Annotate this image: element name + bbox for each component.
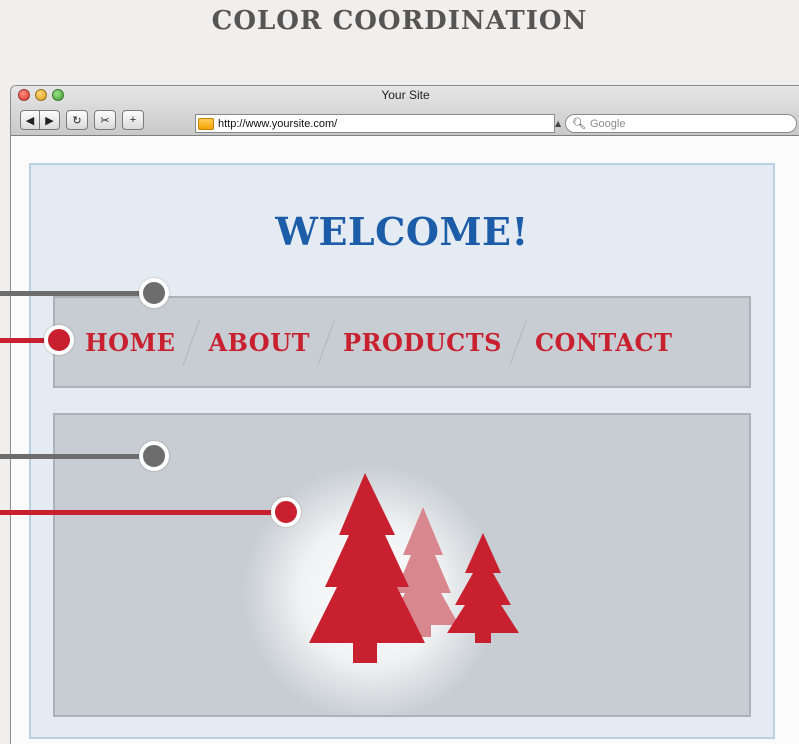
url-dropdown-icon[interactable]: ▲	[555, 119, 561, 128]
callout-line-nav-text	[0, 338, 48, 343]
browser-window: Your Site ◀ ▶ ↻ ✂ + http://www.yoursite.…	[10, 85, 799, 744]
callout-line-nav-background	[0, 291, 142, 296]
toolbar: ◀ ▶ ↻ ✂ +	[20, 108, 144, 132]
magnifier-icon: 🔍︎	[572, 118, 586, 130]
nav-divider	[509, 319, 528, 365]
callout-line-tree-color	[0, 510, 274, 515]
nav-divider	[317, 319, 336, 365]
back-button[interactable]: ◀	[20, 110, 40, 130]
snapback-button[interactable]: ✂	[94, 110, 116, 130]
add-bookmark-button[interactable]: +	[122, 110, 144, 130]
nav-bar: HOME ABOUT PRODUCTS CONTACT	[53, 296, 751, 388]
browser-chrome: Your Site ◀ ▶ ↻ ✂ + http://www.yoursite.…	[11, 86, 799, 136]
nav-item-products[interactable]: PRODUCTS	[343, 328, 502, 357]
callout-dot-nav-text	[44, 325, 74, 355]
trees-illustration	[309, 473, 519, 663]
url-text: http://www.yoursite.com/	[218, 117, 338, 130]
search-field[interactable]: 🔍︎ Google	[565, 114, 797, 133]
folder-icon	[198, 117, 214, 130]
nav-divider	[183, 319, 201, 365]
nav-item-home[interactable]: HOME	[85, 328, 175, 357]
callout-dot-tree-color	[271, 497, 301, 527]
tree-icon	[447, 533, 519, 643]
callout-line-hero-background	[0, 454, 142, 459]
callout-dot-nav-background	[139, 278, 169, 308]
page-heading: WELCOME!	[275, 209, 529, 254]
callout-dot-hero-background	[139, 441, 169, 471]
window-title: Your Site	[381, 88, 430, 102]
forward-button[interactable]: ▶	[40, 110, 60, 130]
nav-item-about[interactable]: ABOUT	[208, 328, 310, 357]
infographic-title: COLOR COORDINATION	[211, 6, 588, 36]
search-placeholder: Google	[589, 117, 626, 130]
nav-item-contact[interactable]: CONTACT	[535, 328, 673, 357]
address-bar[interactable]: http://www.yoursite.com/	[195, 114, 555, 133]
reload-button[interactable]: ↻	[66, 110, 88, 130]
history-buttons: ◀ ▶	[20, 110, 60, 130]
